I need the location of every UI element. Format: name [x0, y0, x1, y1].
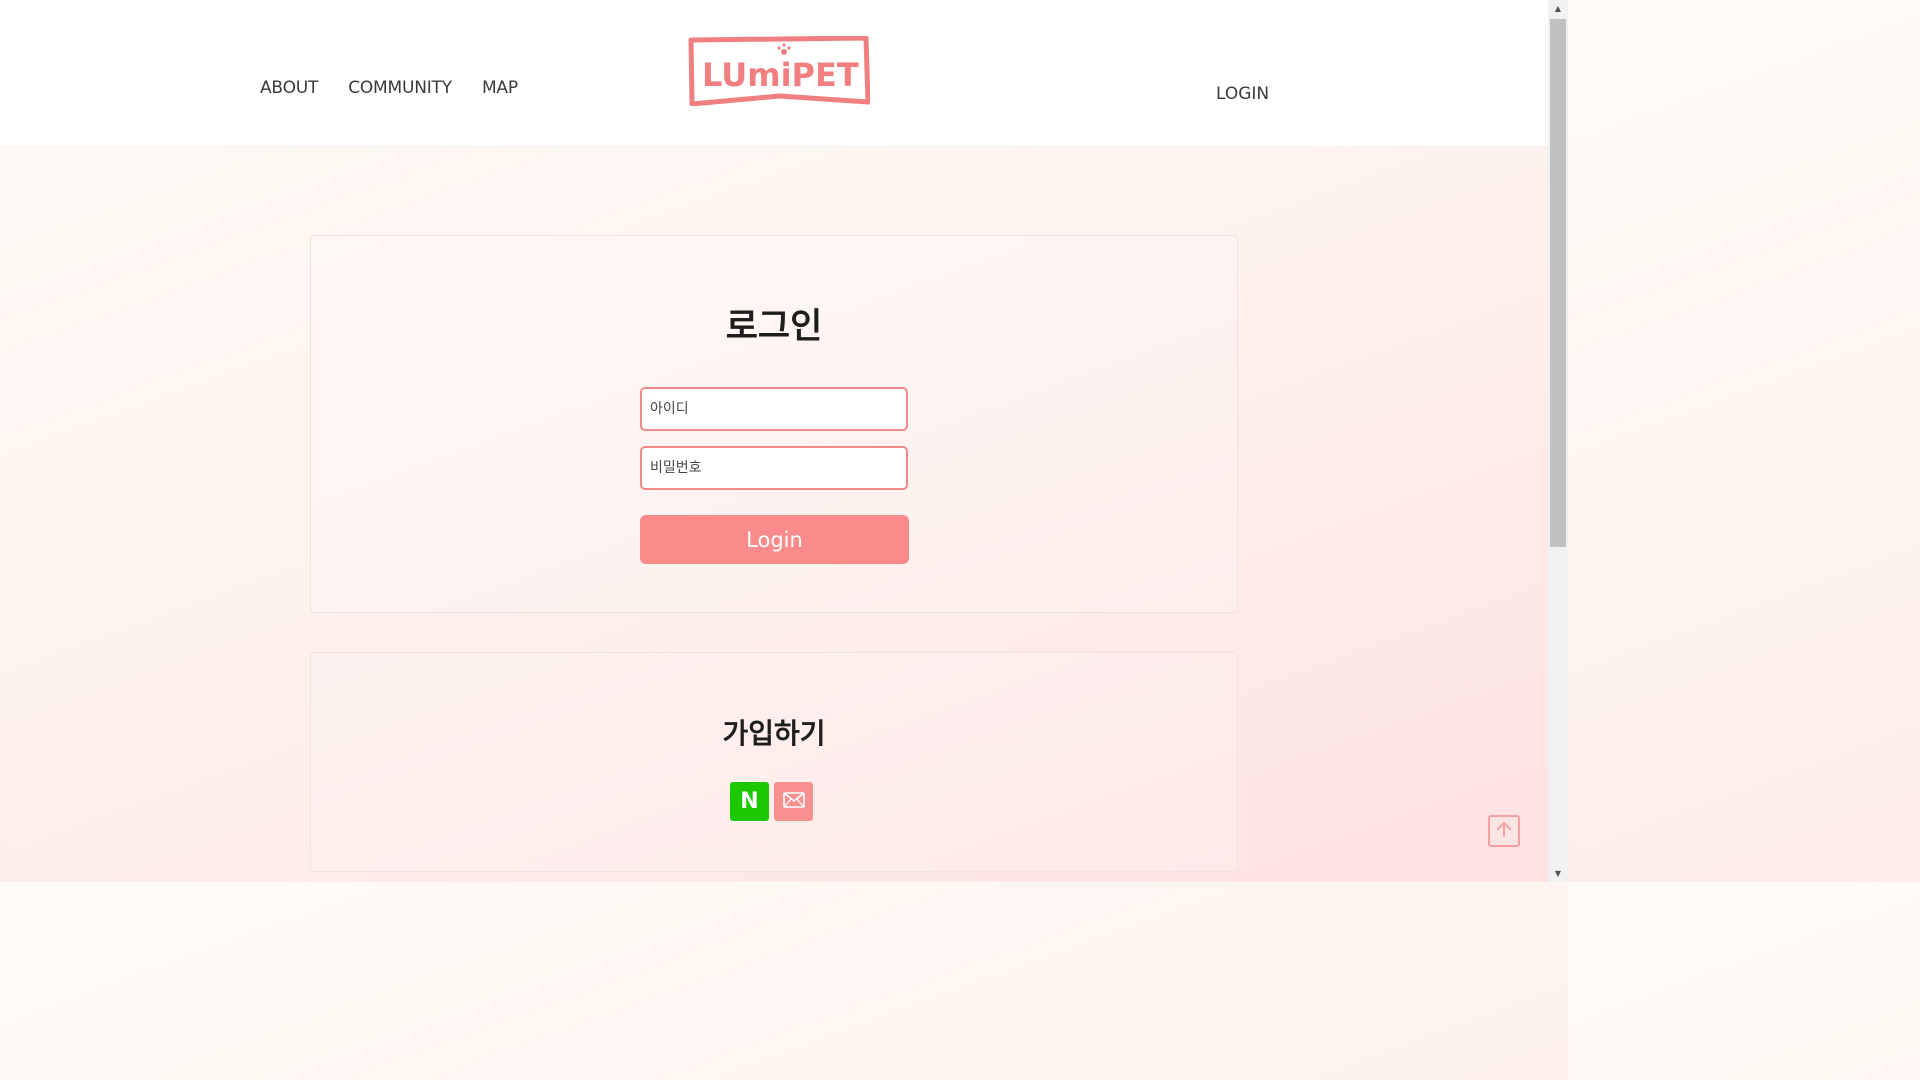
scroll-to-top-button[interactable]: [1488, 815, 1520, 847]
header-login-link[interactable]: LOGIN: [1216, 84, 1269, 104]
main-nav: ABOUT COMMUNITY MAP: [260, 78, 518, 98]
signup-options: N: [730, 782, 813, 821]
naver-icon: N: [740, 789, 759, 814]
naver-signup-button[interactable]: N: [730, 782, 769, 821]
email-signup-button[interactable]: [774, 782, 813, 821]
login-title: 로그인: [725, 307, 823, 347]
page: ABOUT COMMUNITY MAP LUmiPET LOGIN 로그인 Lo…: [0, 0, 1548, 882]
login-button[interactable]: Login: [640, 515, 909, 564]
id-input[interactable]: [640, 387, 908, 431]
scroll-down-arrow-icon[interactable]: ▼: [1548, 865, 1568, 882]
vertical-scrollbar[interactable]: ▲ ▼: [1548, 0, 1568, 882]
login-card: 로그인 Login: [310, 235, 1238, 613]
password-input[interactable]: [640, 446, 908, 490]
lumipet-logo[interactable]: LUmiPET: [688, 35, 871, 107]
logo-text: LUmiPET: [702, 56, 859, 94]
scrollbar-thumb[interactable]: [1550, 19, 1566, 547]
signup-card: 가입하기 N: [310, 652, 1238, 872]
arrow-up-icon: [1495, 820, 1513, 842]
signup-title: 가입하기: [722, 717, 826, 750]
nav-about[interactable]: ABOUT: [260, 78, 318, 98]
nav-map[interactable]: MAP: [482, 78, 518, 98]
envelope-icon: [782, 791, 805, 812]
nav-community[interactable]: COMMUNITY: [348, 78, 452, 98]
site-header: ABOUT COMMUNITY MAP LUmiPET LOGIN: [0, 0, 1548, 146]
scroll-up-arrow-icon[interactable]: ▲: [1548, 0, 1568, 17]
